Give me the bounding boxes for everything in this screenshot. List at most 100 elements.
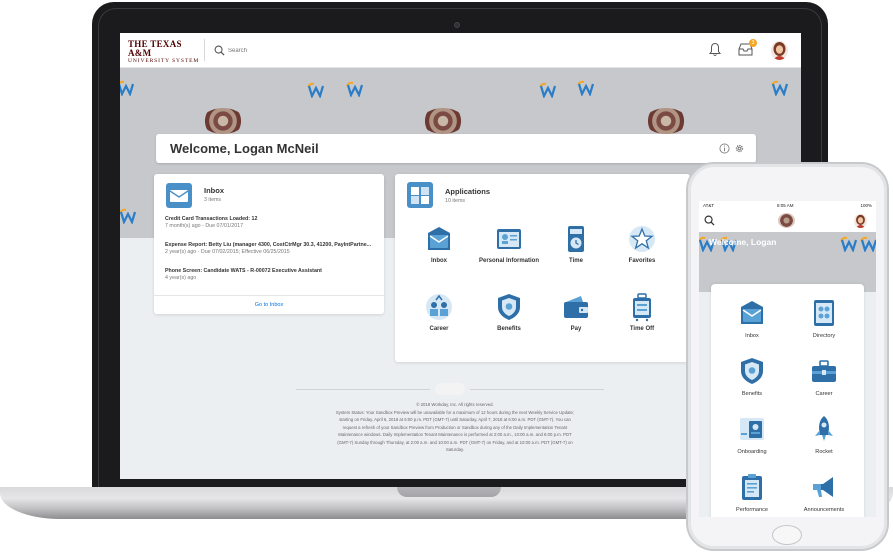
inbox-item[interactable]: Phone Screen: Candidate WATS - R-00072 E… xyxy=(165,268,377,281)
phone-app-onboarding[interactable]: Onboarding xyxy=(717,414,787,455)
app-pay[interactable]: Pay xyxy=(544,292,608,333)
top-header: THE TEXAS A&M UNIVERSITY SYSTEM 3 xyxy=(120,33,801,68)
inbox-item[interactable]: Credit Card Transactions Loaded: 12 7 mo… xyxy=(165,216,377,229)
go-to-inbox-link[interactable]: Go to Inbox xyxy=(154,302,384,308)
inbox-footer: Go to Inbox xyxy=(154,295,384,314)
university-seal xyxy=(645,108,687,134)
applications-puzzle-icon[interactable] xyxy=(407,182,433,208)
phone-header xyxy=(699,210,876,232)
inbox-icon xyxy=(741,301,763,324)
search-input[interactable] xyxy=(228,44,368,57)
workday-w-icon xyxy=(120,208,137,224)
phone-app-directory[interactable]: Directory xyxy=(789,298,859,339)
phone-app-grid: Inbox Directory Benefits Career Onboardi… xyxy=(711,284,864,517)
app-label: Directory xyxy=(812,333,836,339)
university-seal xyxy=(778,213,795,228)
inbox-icon xyxy=(428,227,450,250)
directory-icon xyxy=(814,300,834,326)
workday-w-icon xyxy=(539,82,557,98)
university-seal xyxy=(202,108,244,134)
footer-line: starting on Friday, April 6, 2018 at 6:0… xyxy=(339,417,571,423)
welcome-card: Welcome, Logan McNeil xyxy=(156,134,756,163)
inbox-item-subtitle: 4 year(s) ago xyxy=(165,275,197,281)
app-label: Inbox xyxy=(431,258,447,264)
wallet-icon xyxy=(564,296,588,318)
phone-app-rocket[interactable]: Rocket xyxy=(789,414,859,455)
app-label: Pay xyxy=(570,326,582,332)
inbox-title[interactable]: Inbox xyxy=(204,186,224,195)
inbox-item[interactable]: Expense Report: Betty Liu (manager 4300,… xyxy=(165,242,377,255)
app-time[interactable]: Time xyxy=(544,224,608,265)
phone-home-button[interactable] xyxy=(772,525,802,545)
workday-w-icon xyxy=(346,81,364,97)
app-inbox[interactable]: Inbox xyxy=(407,224,471,265)
shield-icon xyxy=(741,358,763,384)
university-seal xyxy=(422,108,464,134)
app-label: Announcements xyxy=(803,507,845,513)
workday-w-icon xyxy=(771,80,789,96)
app-label: Career xyxy=(429,326,449,332)
app-label: Career xyxy=(815,391,833,397)
app-time-off[interactable]: Time Off xyxy=(610,292,674,333)
app-label: Rocket xyxy=(815,449,833,455)
applications-count: 10 items xyxy=(445,198,466,204)
university-logo[interactable]: THE TEXAS A&M UNIVERSITY SYSTEM xyxy=(128,40,204,65)
footer-line: (GMT-7) Sunday through Thursday, at 2:00… xyxy=(337,439,573,445)
app-career[interactable]: Career xyxy=(407,292,471,333)
app-label: Favorites xyxy=(628,258,656,264)
phone-screen: AT&T 8:05 AM 100% Welcome, Logan Inbox D… xyxy=(699,201,876,517)
inbox-count: 3 items xyxy=(204,197,222,203)
app-benefits[interactable]: Benefits xyxy=(477,292,541,333)
phone-app-performance[interactable]: Performance xyxy=(717,472,787,513)
user-avatar[interactable] xyxy=(771,41,788,60)
welcome-title: Welcome, Logan McNeil xyxy=(170,141,319,156)
footer-line: request a refresh of your Sandbox Previe… xyxy=(342,424,568,430)
app-label: Performance xyxy=(735,507,769,513)
gear-icon[interactable] xyxy=(734,143,745,154)
footer-line: Maintenance windows. Daily Implementatio… xyxy=(338,432,572,438)
footer-line: © 2018 Workday, Inc. All rights reserved… xyxy=(416,402,494,407)
workday-footer-logo xyxy=(435,383,465,395)
inbox-item-title: Phone Screen: Candidate WATS - R-00072 E… xyxy=(165,268,322,274)
workday-w-icon xyxy=(120,80,135,96)
search-icon[interactable] xyxy=(704,215,715,226)
app-label: Inbox xyxy=(745,333,759,339)
app-label: Personal Information xyxy=(478,258,539,264)
battery-label: 100% xyxy=(860,203,872,208)
footer-divider xyxy=(296,389,430,390)
footer-line: System Status: Your Sandbox Preview will… xyxy=(335,409,575,415)
footer-line: Saturday. xyxy=(445,447,465,453)
inbox-card: Inbox 3 items Credit Card Transactions L… xyxy=(154,174,384,314)
megaphone-icon xyxy=(813,477,833,497)
search-icon[interactable] xyxy=(214,45,225,56)
logo-line2: UNIVERSITY SYSTEM xyxy=(128,58,200,64)
phone-app-benefits[interactable]: Benefits xyxy=(717,356,787,397)
clipboard-icon xyxy=(742,474,762,500)
header-divider xyxy=(204,39,205,61)
applications-title[interactable]: Applications xyxy=(445,187,490,196)
logo-line1: THE TEXAS A&M xyxy=(128,39,182,58)
app-favorites[interactable]: Favorites xyxy=(610,224,674,265)
shield-icon xyxy=(498,294,520,320)
inbox-item-title: Expense Report: Betty Liu (manager 4300,… xyxy=(165,242,372,248)
phone-app-inbox[interactable]: Inbox xyxy=(717,298,787,339)
inbox-envelope-icon[interactable] xyxy=(166,183,192,208)
phone-app-career[interactable]: Career xyxy=(789,356,859,397)
career-icon xyxy=(426,294,452,320)
app-label: Time xyxy=(569,258,583,264)
applications-card: Applications 10 items Inbox Personal Inf… xyxy=(395,174,690,362)
notifications-bell-icon[interactable] xyxy=(708,42,722,57)
user-avatar[interactable] xyxy=(854,214,867,228)
phone-app-announcements[interactable]: Announcements xyxy=(789,472,859,513)
clock-icon xyxy=(568,226,584,252)
suitcase-icon xyxy=(633,293,651,322)
laptop-camera xyxy=(454,22,460,28)
inbox-item-subtitle: 7 month(s) ago - Due 07/01/2017 xyxy=(165,223,244,229)
app-personal-information[interactable]: Personal Information xyxy=(477,224,541,265)
info-icon[interactable] xyxy=(719,143,730,154)
footer-legal-text: © 2018 Workday, Inc. All rights reserved… xyxy=(310,401,600,454)
phone-status-bar: AT&T 8:05 AM 100% xyxy=(699,201,876,210)
app-label: Benefits xyxy=(741,391,763,397)
carrier-label: AT&T xyxy=(703,203,715,208)
inbox-item-title: Credit Card Transactions Loaded: 12 xyxy=(165,216,258,222)
